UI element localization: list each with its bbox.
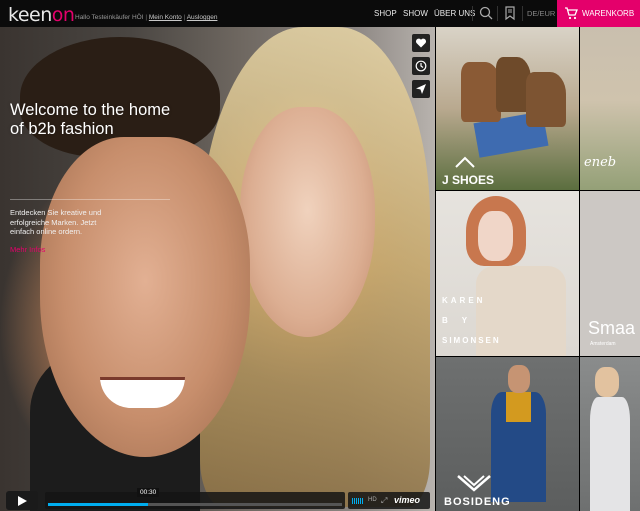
brand-subtitle: Amsterdam bbox=[590, 341, 616, 347]
watch-later-button[interactable] bbox=[412, 57, 430, 75]
brand-tile-j-shoes[interactable]: J SHOES bbox=[436, 27, 579, 190]
more-info-link[interactable]: Mehr Infos bbox=[10, 245, 45, 254]
brand-tile-karen-by-simonsen[interactable]: KAREN BY SIMONSEN bbox=[436, 191, 579, 356]
tile-image bbox=[595, 367, 619, 397]
share-button[interactable] bbox=[412, 80, 430, 98]
tile-image bbox=[506, 392, 531, 422]
heart-icon bbox=[415, 38, 427, 48]
progress-remaining bbox=[148, 503, 342, 506]
fullscreen-icon[interactable]: ⤢ bbox=[381, 496, 387, 506]
language-currency-selector[interactable]: DE/EUR bbox=[527, 9, 555, 18]
tile-image bbox=[508, 365, 530, 393]
tile-image bbox=[590, 397, 630, 511]
clock-icon bbox=[415, 60, 427, 72]
brand-tile-enebl[interactable]: eneb bbox=[580, 27, 640, 190]
link-sep: | bbox=[183, 14, 186, 21]
cart-button[interactable]: WARENKORB bbox=[557, 0, 640, 27]
hero-image-man bbox=[40, 137, 250, 457]
video-controls: 00:30 HD ⤢ vimeo bbox=[0, 488, 435, 511]
cart-label: WARENKORB bbox=[582, 9, 635, 18]
brand-tile-smaak[interactable]: Smaa Amsterdam bbox=[580, 191, 640, 356]
greeting-sep: | bbox=[145, 14, 148, 21]
hero-description: Entdecken Sie kreative und erfolgreiche … bbox=[10, 208, 102, 236]
tile-image bbox=[526, 72, 566, 127]
volume-control[interactable] bbox=[352, 498, 364, 504]
send-icon bbox=[416, 84, 426, 94]
divider bbox=[497, 6, 498, 21]
nav-show[interactable]: SHOW bbox=[403, 9, 428, 18]
nav-shop[interactable]: SHOP bbox=[374, 9, 397, 18]
brand-name-line-3: SIMONSEN bbox=[442, 336, 501, 345]
tile-image bbox=[461, 62, 501, 122]
vimeo-logo[interactable]: vimeo bbox=[394, 495, 420, 505]
play-button[interactable] bbox=[6, 491, 38, 510]
brand-tile-right[interactable] bbox=[580, 357, 640, 511]
keenon-logo[interactable]: keenon bbox=[8, 4, 75, 26]
nav-about[interactable]: ÜBER UNS bbox=[434, 9, 475, 18]
account-link[interactable]: Mein Konto bbox=[149, 14, 182, 21]
cart-icon bbox=[565, 7, 578, 20]
divider bbox=[472, 6, 473, 21]
brand-name: BOSIDENG bbox=[444, 496, 511, 508]
progress-played bbox=[48, 503, 148, 506]
logo-suffix: on bbox=[51, 4, 75, 26]
search-icon[interactable] bbox=[478, 5, 494, 21]
user-greeting: Hallo Testeinkäufer HÖI | Mein Konto | A… bbox=[75, 14, 217, 21]
brand-name-line-2: BY bbox=[442, 316, 482, 325]
video-progress-bar[interactable] bbox=[45, 492, 345, 509]
hero-image-woman bbox=[240, 107, 375, 337]
hd-toggle[interactable]: HD bbox=[368, 497, 377, 503]
brand-tile-bosideng[interactable]: BOSIDENG bbox=[436, 357, 579, 511]
brand-name: Smaa bbox=[588, 318, 636, 338]
top-navigation-bar: keenon Hallo Testeinkäufer HÖI | Mein Ko… bbox=[0, 0, 640, 27]
player-controls: HD ⤢ vimeo bbox=[348, 492, 430, 509]
j-shoes-logo-icon bbox=[455, 156, 475, 168]
hero-divider bbox=[10, 199, 170, 200]
tile-image bbox=[478, 211, 513, 261]
divider bbox=[522, 6, 523, 21]
brand-name: eneb bbox=[584, 155, 617, 170]
greeting-text: Hallo Testeinkäufer HÖI bbox=[75, 14, 144, 21]
bosideng-logo-icon bbox=[457, 475, 491, 492]
logout-link[interactable]: Ausloggen bbox=[187, 14, 218, 21]
brand-name-line-1: KAREN bbox=[442, 296, 486, 305]
hero-video[interactable]: Welcome to the home of b2b fashion Entde… bbox=[0, 27, 435, 511]
logo-prefix: keen bbox=[8, 4, 52, 26]
bookmark-icon[interactable] bbox=[502, 5, 518, 21]
video-time: 00:30 bbox=[137, 488, 160, 497]
brand-name: J SHOES bbox=[442, 173, 495, 187]
like-button[interactable] bbox=[412, 34, 430, 52]
hero-title: Welcome to the home of b2b fashion bbox=[10, 101, 171, 138]
